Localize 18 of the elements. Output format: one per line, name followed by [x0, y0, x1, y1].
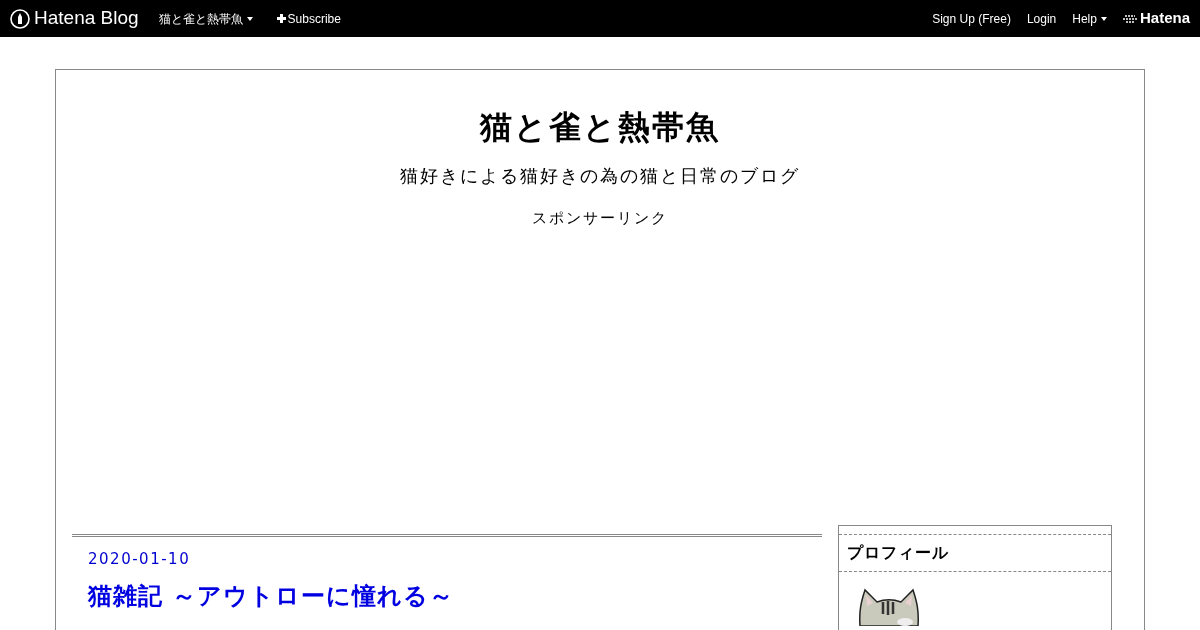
plus-icon	[276, 14, 286, 23]
entry-date[interactable]: 2020-01-10	[88, 547, 806, 570]
nav-link[interactable]: Login	[1026, 9, 1057, 28]
blog-description: 猫好きによる猫好きの為の猫と日常のブログ	[399, 164, 801, 188]
sponsored-label: スポンサーリンク	[531, 208, 669, 229]
entry-title[interactable]: 猫雑記 ～アウトローに憧れる～	[88, 578, 806, 614]
subscribe-link[interactable]: Subscribe	[276, 9, 341, 28]
blog-menu[interactable]: 猫と雀と熱帯魚	[158, 9, 253, 28]
help-menu[interactable]: Help	[1072, 9, 1107, 28]
caret-icon	[246, 16, 253, 21]
logo-link[interactable]: Hatena Blog	[10, 4, 139, 33]
caret-icon	[1100, 16, 1107, 21]
nav-link[interactable]: Sign Up (Free)	[932, 9, 1011, 28]
hatena-mark-icon	[1122, 13, 1137, 24]
brand-link[interactable]: Hatena	[1122, 7, 1190, 30]
module-title: プロフィール	[846, 541, 950, 564]
pen-logo-icon	[10, 8, 30, 29]
blog-title[interactable]: 猫と雀と熱帯魚	[56, 104, 1144, 150]
